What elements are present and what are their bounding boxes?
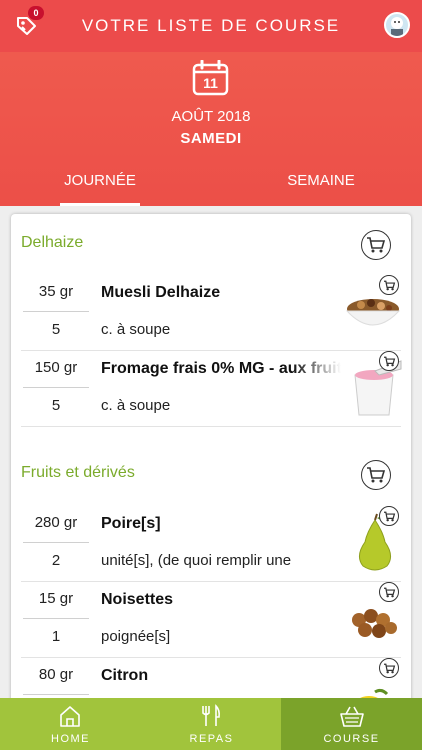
tab-semaine[interactable]: SEMAINE xyxy=(280,172,362,206)
home-icon xyxy=(60,706,80,727)
bottom-nav: HOME REPAS COURSE xyxy=(0,698,422,750)
nav-home-label: HOME xyxy=(51,733,90,745)
item-count: 2 xyxy=(51,552,61,569)
nav-home[interactable]: HOME xyxy=(0,698,141,750)
item-cart-button[interactable] xyxy=(379,351,399,371)
item-weight: 280 gr xyxy=(34,514,78,531)
list-item[interactable]: 150 gr 5 Fromage frais 0% MG - aux fruit… xyxy=(21,351,402,427)
section-cart-button[interactable] xyxy=(361,460,391,490)
list-item[interactable]: 15 gr 1 Noisettes poignée[s] xyxy=(21,582,401,658)
date-header: 11 AOÛT 2018 SAMEDI JOURNÉE SEMAINE xyxy=(0,52,422,206)
basket-icon xyxy=(340,706,364,727)
item-count: 1 xyxy=(51,628,61,645)
item-count: 5 xyxy=(51,397,61,414)
item-name: Poire[s] xyxy=(101,515,161,532)
item-cart-button[interactable] xyxy=(379,275,399,295)
item-weight: 80 gr xyxy=(38,666,74,683)
calendar-day-number: 11 xyxy=(203,75,218,91)
item-cart-button[interactable] xyxy=(379,582,399,602)
shopping-list-card: Delhaize 35 gr 5 Muesli Delhaize c. à so… xyxy=(11,214,411,704)
fork-knife-icon xyxy=(202,704,220,726)
section-title-fruits: Fruits et dérivés xyxy=(21,464,135,481)
nav-course[interactable]: COURSE xyxy=(281,698,422,750)
avatar[interactable] xyxy=(384,12,410,38)
list-item[interactable]: 280 gr 2 Poire[s] unité[s], (de quoi rem… xyxy=(21,506,401,582)
month-year: AOÛT 2018 xyxy=(171,108,251,125)
nav-repas[interactable]: REPAS xyxy=(141,698,282,750)
item-name: Muesli Delhaize xyxy=(101,284,221,301)
section-title-delhaize: Delhaize xyxy=(21,234,84,251)
item-unit: c. à soupe xyxy=(101,397,171,414)
item-cart-button[interactable] xyxy=(379,658,399,678)
section-cart-button[interactable] xyxy=(361,230,391,260)
item-unit: c. à soupe xyxy=(101,321,171,338)
tab-journee[interactable]: JOURNÉE xyxy=(60,172,140,206)
item-name: Fromage frais 0% MG - aux fruits xyxy=(101,360,341,377)
item-weight: 15 gr xyxy=(38,590,74,607)
item-name: Noisettes xyxy=(101,591,174,608)
nav-repas-label: REPAS xyxy=(189,733,234,745)
item-count: 5 xyxy=(51,321,61,338)
nav-course-label: COURSE xyxy=(323,733,380,745)
item-unit: poignée[s] xyxy=(101,628,171,645)
item-name: Citron xyxy=(101,667,149,684)
item-cart-button[interactable] xyxy=(379,506,399,526)
page-title: VOTRE LISTE DE COURSE xyxy=(81,16,341,35)
item-weight: 150 gr xyxy=(34,359,78,376)
item-weight: 35 gr xyxy=(38,283,74,300)
list-item[interactable]: 35 gr 5 Muesli Delhaize c. à soupe xyxy=(21,275,401,351)
weekday: SAMEDI xyxy=(180,130,242,147)
item-unit: unité[s], (de quoi remplir une xyxy=(101,552,292,569)
top-bar: 0 VOTRE LISTE DE COURSE xyxy=(0,0,422,52)
